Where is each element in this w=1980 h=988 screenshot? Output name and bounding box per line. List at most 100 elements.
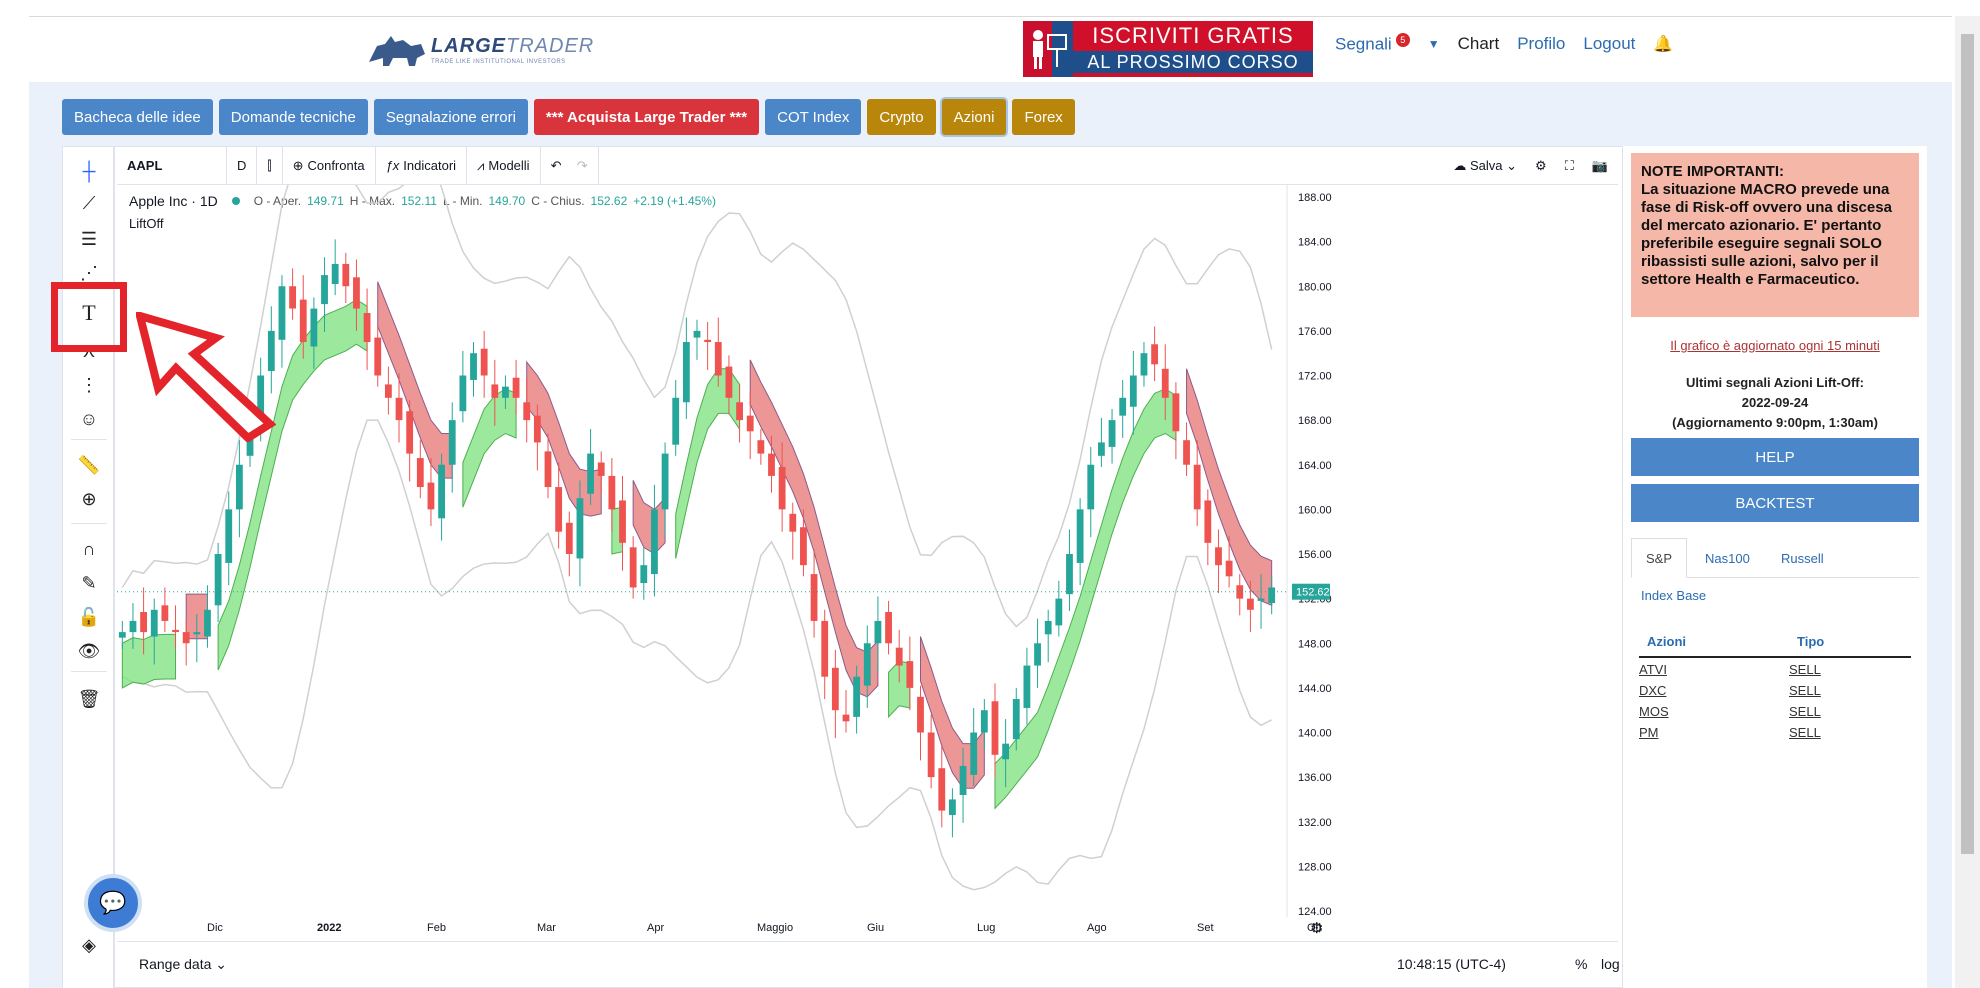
ruler-icon[interactable]: 📏 [77, 453, 101, 477]
nav-profile[interactable]: Profilo [1517, 34, 1565, 54]
signal-type-link[interactable]: SELL [1789, 662, 1821, 677]
symbol-search[interactable]: AAPL [117, 146, 227, 185]
tab-sp[interactable]: S&P [1631, 538, 1688, 578]
price-tick-label: 128.00 [1298, 861, 1332, 873]
bull-bear-logo-icon [369, 36, 425, 66]
large-trader-logo[interactable]: LARGETRADER TRADE LIKE INSTITUTIONAL INV… [367, 27, 594, 73]
tab-russell[interactable]: Russell [1767, 538, 1838, 578]
indicators-button[interactable]: ƒx Indicatori [376, 146, 468, 185]
tab-index-base[interactable]: Index Base [1641, 588, 1706, 603]
settings-icon[interactable]: ⚙ [1535, 158, 1547, 174]
save-label: Salva [1470, 158, 1503, 173]
lock-icon[interactable]: 🔓 [77, 605, 101, 629]
bell-icon[interactable]: 🔔 [1653, 34, 1673, 54]
layers-icon[interactable]: ◈ [77, 933, 101, 957]
buy-large-trader-button[interactable]: *** Acquista Large Trader *** [533, 99, 760, 135]
candle [1108, 408, 1116, 464]
templates-button[interactable]: ⩘ Modelli [467, 146, 541, 185]
signals-date: 2022-09-24 [1741, 395, 1809, 410]
save-button[interactable]: ☁ Salva ⌄ [1453, 158, 1517, 174]
chat-bubble-icon[interactable]: 💬 [84, 874, 142, 932]
ticker-link[interactable]: ATVI [1639, 662, 1667, 677]
ticker-link[interactable]: PM [1639, 725, 1659, 740]
help-button[interactable]: HELP [1631, 438, 1919, 476]
redo-icon[interactable]: ↷ [577, 158, 588, 174]
report-errors-button[interactable]: Segnalazione errori [373, 99, 528, 135]
forex-button[interactable]: Forex [1012, 99, 1075, 135]
lock-drawing-icon[interactable]: ✎ [77, 571, 101, 595]
time-tick-label: Apr [647, 922, 665, 934]
magnet-icon[interactable]: ∩ [77, 537, 101, 561]
trash-icon[interactable]: 🗑 [77, 687, 101, 711]
compare-button[interactable]: ⊕ Confronta [283, 146, 376, 185]
templates-icon: ⩘ [477, 157, 485, 173]
fullscreen-icon[interactable]: ⛶ [1565, 158, 1574, 174]
time-tick-label: Mar [537, 922, 556, 934]
nav-signals[interactable]: Segnali 5 [1335, 33, 1410, 55]
candle [672, 379, 680, 456]
crosshair-icon[interactable]: ┼ [77, 159, 101, 183]
zoom-in-icon[interactable]: ⊕ [77, 487, 101, 511]
price-chart[interactable]: 188.00 184.00 180.00 176.00 172.00 168.00 164.… [117, 185, 1618, 917]
candle [342, 252, 350, 303]
signal-type-link[interactable]: SELL [1789, 704, 1821, 719]
table-row: PM SELL [1639, 721, 1911, 742]
eye-icon[interactable]: 👁 [77, 639, 101, 663]
latest-signals: Ultimi segnali Azioni Lift-Off: 2022-09-… [1623, 373, 1927, 433]
drawing-toolbar: ┼ ⟋ ☰ ⋰ T ⋏ ⋮ ☺ 📏 ⊕ ∩ ✎ 🔓 👁 🗑 ◈ [63, 147, 115, 988]
cot-index-button[interactable]: COT Index [765, 99, 862, 135]
gear-icon[interactable]: ⚙ [1310, 919, 1323, 937]
time-axis: Dic 2022 Feb Mar Apr Maggio Giu Lug Ago Set Ott ⚙ [117, 917, 1618, 941]
candle [1140, 342, 1148, 387]
backtest-button[interactable]: BACKTEST [1631, 484, 1919, 522]
plus-circle-icon: ⊕ [292, 157, 304, 173]
candle [651, 484, 658, 597]
price-tick-label: 136.00 [1298, 772, 1332, 784]
candle [278, 275, 286, 368]
signal-type-link[interactable]: SELL [1789, 683, 1821, 698]
nav-chart[interactable]: Chart [1458, 34, 1500, 54]
percent-toggle[interactable]: % [1575, 956, 1587, 972]
time-tick-label: 2022 [317, 922, 342, 934]
tab-nas100[interactable]: Nas100 [1691, 538, 1764, 578]
update-frequency-link[interactable]: Il grafico è aggiornato ogni 15 minuti [1623, 338, 1927, 353]
signal-type-link[interactable]: SELL [1789, 725, 1821, 740]
stocks-button[interactable]: Azioni [941, 99, 1007, 135]
candle [161, 587, 169, 633]
top-navbar: LARGETRADER TRADE LIKE INSTITUTIONAL INV… [29, 16, 1952, 82]
trend-line-icon[interactable]: ⟋ [77, 191, 101, 215]
ticker-link[interactable]: DXC [1639, 683, 1666, 698]
forecast-icon[interactable]: ⋮ [77, 373, 101, 397]
candle [363, 288, 371, 370]
log-toggle[interactable]: log [1601, 956, 1620, 972]
candle [927, 714, 935, 789]
price-tick-label: 184.00 [1298, 237, 1332, 249]
undo-redo[interactable]: ↶ ↷ [541, 146, 599, 185]
chevron-down-icon[interactable]: ▼ [1428, 37, 1440, 51]
tech-questions-button[interactable]: Domande tecniche [218, 99, 368, 135]
price-tick-label: 124.00 [1298, 906, 1332, 917]
nav-logout[interactable]: Logout [1583, 34, 1635, 54]
table-row: ATVI SELL [1639, 658, 1911, 679]
crypto-button[interactable]: Crypto [867, 99, 936, 135]
date-range-button[interactable]: Range data ⌄ [139, 956, 227, 973]
undo-icon[interactable]: ↶ [551, 158, 562, 174]
page-scrollbar[interactable] [1955, 16, 1980, 988]
banner-line-2: AL PROSSIMO CORSO [1073, 51, 1313, 73]
price-tick-label: 176.00 [1298, 326, 1332, 338]
candle [704, 321, 712, 370]
course-banner[interactable]: ISCRIVITI GRATIS AL PROSSIMO CORSO [1023, 21, 1313, 77]
camera-icon[interactable]: 📷 [1592, 158, 1608, 174]
candle-type-icon[interactable]: ⫿ [257, 146, 283, 185]
liftoff-band [994, 388, 1177, 810]
fib-lines-icon[interactable]: ☰ [77, 227, 101, 251]
scrollbar-thumb[interactable] [1961, 34, 1974, 854]
presenter-icon [1023, 21, 1073, 77]
ticker-link[interactable]: MOS [1639, 704, 1669, 719]
header-stocks: Azioni [1647, 634, 1686, 649]
liftoff-band [121, 633, 177, 689]
interval-selector[interactable]: D [227, 146, 258, 185]
candle [842, 690, 850, 733]
emoji-icon[interactable]: ☺ [77, 407, 101, 431]
ideas-board-button[interactable]: Bacheca delle idee [62, 99, 213, 135]
